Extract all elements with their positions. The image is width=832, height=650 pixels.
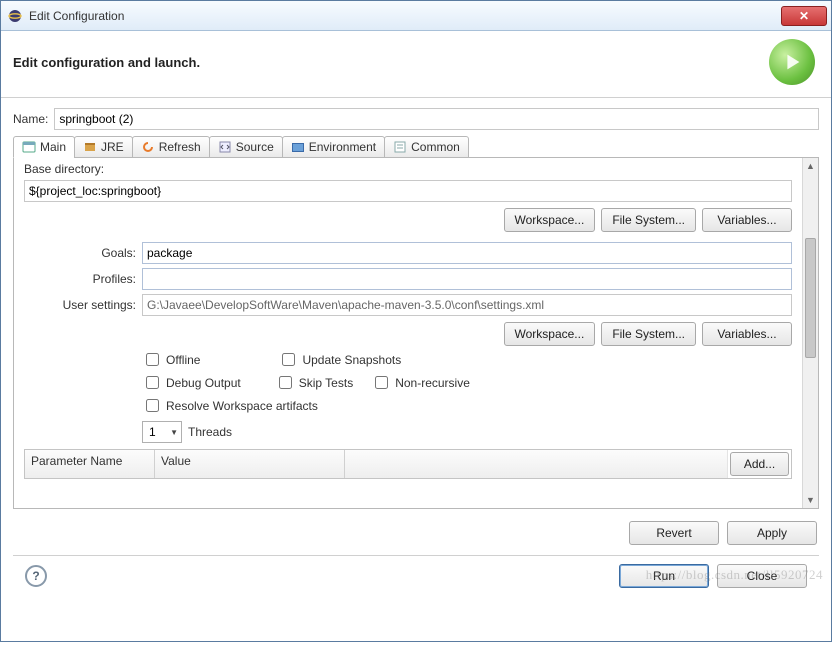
tab-environment-label: Environment: [309, 140, 376, 154]
tab-refresh-label: Refresh: [159, 140, 201, 154]
jre-tab-icon: [83, 140, 97, 154]
threads-spinner[interactable]: 1 ▼: [142, 421, 182, 443]
tab-source-label: Source: [236, 140, 274, 154]
base-dir-buttons: Workspace... File System... Variables...: [24, 208, 792, 232]
tab-common[interactable]: Common: [384, 136, 469, 158]
skip-tests-checkbox[interactable]: Skip Tests: [275, 373, 353, 392]
threads-row: 1 ▼ Threads: [142, 421, 792, 443]
tab-main[interactable]: Main: [13, 136, 75, 158]
variables-button-basedir[interactable]: Variables...: [702, 208, 792, 232]
debug-output-checkbox[interactable]: Debug Output: [142, 373, 241, 392]
revert-apply-row: Revert Apply: [13, 521, 819, 545]
footer: ? Run Close: [13, 556, 819, 598]
run-button[interactable]: Run: [619, 564, 709, 588]
tab-main-label: Main: [40, 140, 66, 154]
run-glyph-icon: [769, 39, 815, 85]
param-actions: Add...: [727, 450, 791, 478]
panel-inner: Base directory: Workspace... File System…: [14, 158, 802, 508]
tab-panel: ▲ ▼ Base directory: Workspace... File Sy…: [13, 157, 819, 509]
refresh-tab-icon: [141, 140, 155, 154]
content-area: Name: Main JRE Refresh Source Environmen…: [1, 98, 831, 650]
goals-label: Goals:: [24, 246, 136, 260]
base-dir-input[interactable]: [24, 180, 792, 202]
variables-button-settings[interactable]: Variables...: [702, 322, 792, 346]
scroll-thumb[interactable]: [805, 238, 816, 358]
source-tab-icon: [218, 140, 232, 154]
tab-environment[interactable]: Environment: [282, 136, 385, 158]
offline-checkbox[interactable]: Offline: [142, 350, 200, 369]
profiles-label: Profiles:: [24, 272, 136, 286]
user-settings-input[interactable]: [142, 294, 792, 316]
table-header-row: Parameter Name Value: [25, 450, 727, 478]
chevron-down-icon: ▼: [170, 428, 178, 437]
common-tab-icon: [393, 140, 407, 154]
col-parameter-name[interactable]: Parameter Name: [25, 450, 155, 478]
help-icon[interactable]: ?: [25, 565, 47, 587]
banner: Edit configuration and launch.: [1, 31, 831, 98]
name-label: Name:: [13, 112, 48, 126]
workspace-button-settings[interactable]: Workspace...: [504, 322, 596, 346]
name-input[interactable]: [54, 108, 819, 130]
close-icon: ✕: [799, 9, 809, 23]
banner-heading: Edit configuration and launch.: [13, 55, 200, 70]
window-title: Edit Configuration: [29, 9, 775, 23]
filesystem-button-settings[interactable]: File System...: [601, 322, 696, 346]
threads-value: 1: [149, 425, 156, 439]
name-row: Name:: [13, 108, 819, 130]
close-button[interactable]: Close: [717, 564, 807, 588]
window-close-button[interactable]: ✕: [781, 6, 827, 26]
eclipse-icon: [7, 8, 23, 24]
user-settings-buttons: Workspace... File System... Variables...: [24, 322, 792, 346]
base-dir-label: Base directory:: [24, 162, 792, 176]
col-value[interactable]: Value: [155, 450, 345, 478]
parameter-table: Parameter Name Value Add...: [24, 449, 792, 479]
non-recursive-checkbox[interactable]: Non-recursive: [371, 373, 470, 392]
main-tab-icon: [22, 140, 36, 154]
resolve-workspace-checkbox[interactable]: Resolve Workspace artifacts: [142, 396, 318, 415]
revert-button[interactable]: Revert: [629, 521, 719, 545]
titlebar: Edit Configuration ✕: [1, 1, 831, 31]
profiles-input[interactable]: [142, 268, 792, 290]
workspace-button-basedir[interactable]: Workspace...: [504, 208, 596, 232]
tab-refresh[interactable]: Refresh: [132, 136, 210, 158]
tab-jre-label: JRE: [101, 140, 124, 154]
goals-input[interactable]: [142, 242, 792, 264]
panel-scrollbar[interactable]: ▲ ▼: [802, 158, 818, 508]
tab-common-label: Common: [411, 140, 460, 154]
apply-button[interactable]: Apply: [727, 521, 817, 545]
tabstrip: Main JRE Refresh Source Environment Comm…: [13, 136, 819, 158]
update-snapshots-checkbox[interactable]: Update Snapshots: [278, 350, 401, 369]
tab-source[interactable]: Source: [209, 136, 283, 158]
check-group: Offline Update Snapshots Debug Output Sk…: [142, 350, 792, 415]
environment-tab-icon: [291, 140, 305, 154]
user-settings-label: User settings:: [24, 298, 136, 312]
scroll-down-icon[interactable]: ▼: [803, 492, 818, 508]
add-parameter-button[interactable]: Add...: [730, 452, 789, 476]
scroll-up-icon[interactable]: ▲: [803, 158, 818, 174]
col-blank[interactable]: [345, 450, 727, 478]
filesystem-button-basedir[interactable]: File System...: [601, 208, 696, 232]
tab-jre[interactable]: JRE: [74, 136, 133, 158]
threads-label: Threads: [188, 425, 232, 439]
